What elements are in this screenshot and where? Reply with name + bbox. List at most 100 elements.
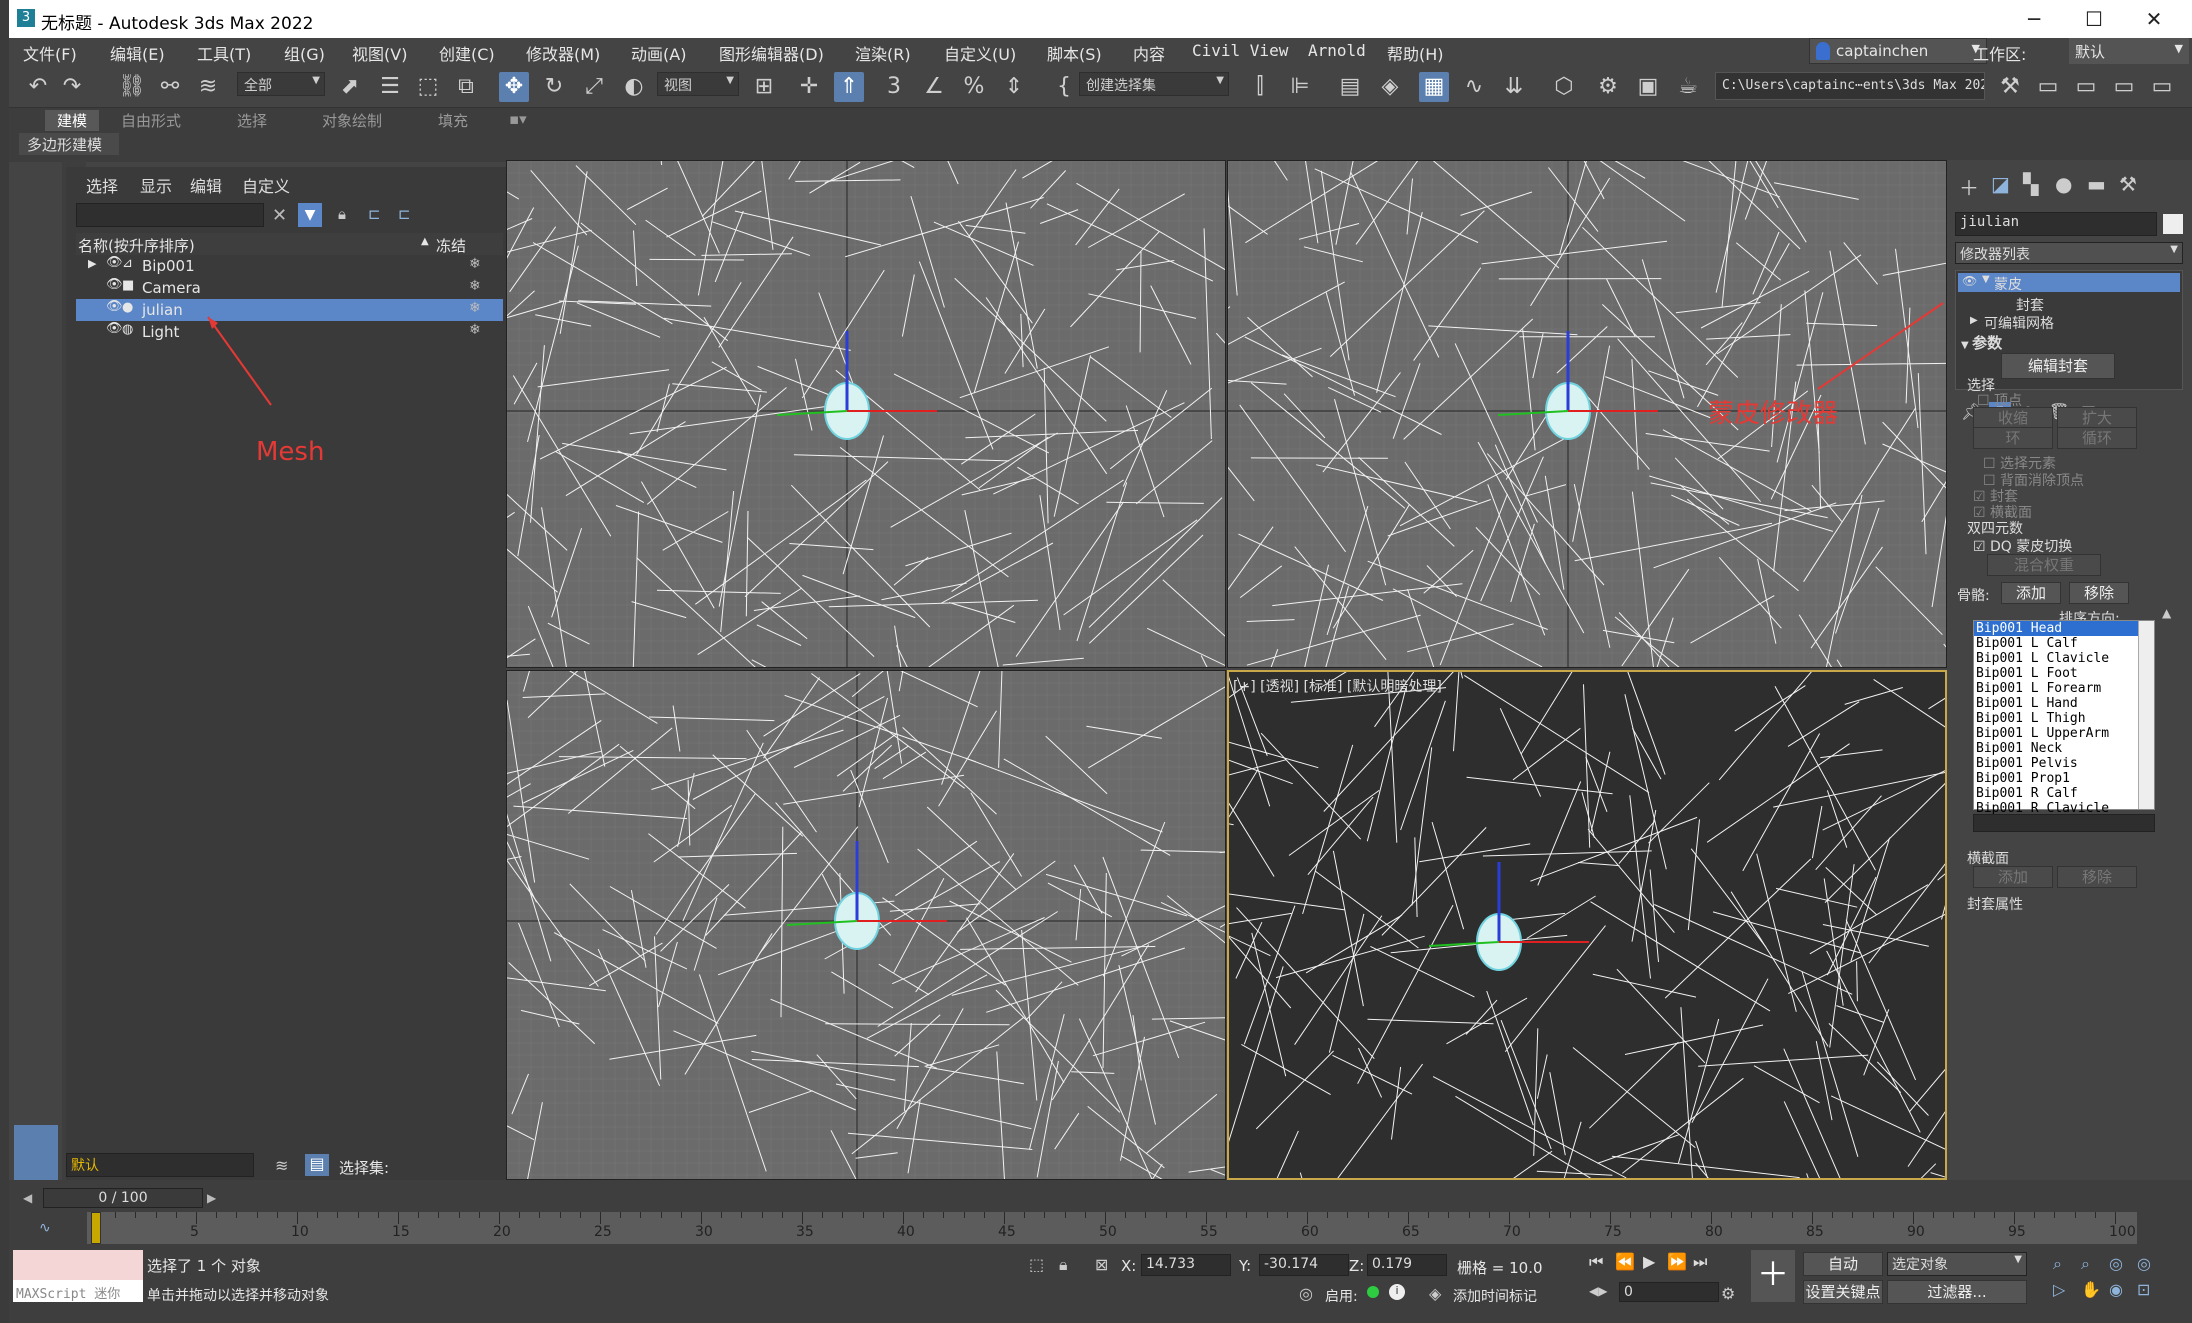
menu-group[interactable]: 组(G) (284, 41, 325, 65)
rollout-parameters[interactable]: ▼ 参数 (1961, 332, 2192, 353)
loop-button[interactable]: 循环 (2057, 427, 2137, 449)
menu-customize[interactable]: 自定义(U) (944, 41, 1016, 65)
key-mode-icon[interactable]: ◀▶ (1589, 1284, 1607, 1298)
open-folder-icon[interactable]: ▭ (2033, 72, 2063, 102)
schematic-view-icon[interactable]: ⇊ (1499, 72, 1529, 102)
menu-file[interactable]: 文件(F) (23, 41, 77, 65)
expand-icon[interactable]: ▶ (1970, 315, 1978, 326)
edit-named-sel-icon[interactable]: { (1049, 72, 1079, 102)
prev-key-icon[interactable]: ⏪ (1615, 1252, 1635, 1271)
dq-toggle-checkbox[interactable]: ☑ DQ 蒙皮切换 (1973, 536, 2192, 556)
stack-item-editable-mesh[interactable]: 可编辑网格 (1984, 313, 2054, 333)
select-manipulate-icon[interactable]: ✛ (794, 72, 824, 102)
named-selection-dropdown[interactable]: 创建选择集 ▼ (1079, 72, 1229, 96)
selection-set-icon[interactable]: ▤ (305, 1154, 329, 1176)
x-coord-field[interactable]: 14.733 (1141, 1254, 1231, 1276)
menu-content[interactable]: 内容 (1133, 41, 1165, 65)
bone-list-scrollbar[interactable] (2138, 621, 2154, 809)
select-scale-icon[interactable]: ⤢ (579, 72, 609, 102)
object-name-field[interactable]: jiulian (1955, 212, 2157, 236)
rect-selection-icon[interactable]: ⬚ (413, 72, 443, 102)
y-coord-field[interactable]: -30.174 (1259, 1254, 1349, 1276)
time-config-icon[interactable]: ⚙ (1721, 1284, 1735, 1303)
project-path-field[interactable]: C:\Users\captainc⋯ents\3ds Max 2022 (1715, 72, 1985, 100)
maximize-viewport-icon[interactable]: ⊡ (2137, 1280, 2150, 1299)
menu-civil-view[interactable]: Civil View (1192, 41, 1288, 60)
orbit-icon[interactable]: ◉ (2109, 1280, 2123, 1299)
workspace-dropdown[interactable]: 默认 ▼ (2069, 38, 2189, 64)
menu-scripting[interactable]: 脚本(S) (1047, 41, 1102, 65)
display-tab-icon[interactable]: ▬ (2087, 172, 2106, 196)
set-key-plus-icon[interactable]: ＋ (1751, 1250, 1795, 1302)
sort-up-icon[interactable]: ▲ (2162, 606, 2171, 620)
curve-editor-icon[interactable]: ∿ (1459, 72, 1489, 102)
user-account-dropdown[interactable]: captainchen ▼ (1809, 38, 1987, 64)
render-production-icon[interactable]: ☕ (1673, 72, 1703, 102)
grow-button[interactable]: 扩大 (2057, 407, 2137, 429)
timeline-track[interactable]: 5 10 15 20 25 30 35 40 45 50 55 60 65 70 75 80 85 90 95 100 (87, 1212, 2137, 1244)
link-icon[interactable]: ⛓ (117, 72, 147, 102)
bone-item[interactable]: Bip001 L Forearm (1974, 681, 2154, 696)
selection-filter-dropdown[interactable]: 全部 ▼ (237, 72, 325, 96)
bone-item[interactable]: Bip001 Head (1974, 621, 2154, 636)
create-tab-icon[interactable]: ＋ (1959, 172, 1979, 201)
viewport-top[interactable] (506, 160, 1226, 668)
key-filters-button[interactable]: 过滤器... (1887, 1280, 2027, 1304)
adaptive-degradation-icon[interactable]: ◎ (1299, 1284, 1313, 1303)
cs-add-button[interactable]: 添加 (1973, 866, 2053, 888)
menu-edit[interactable]: 编辑(E) (110, 41, 165, 65)
render-setup-icon[interactable]: ⚙ (1593, 72, 1623, 102)
bone-item[interactable]: Bip001 R Calf (1974, 786, 2154, 801)
material-editor-icon[interactable]: ⬡ (1549, 72, 1579, 102)
toggle-ribbon-icon[interactable]: ▦ (1419, 72, 1449, 102)
zoom-all-icon[interactable]: ⌕ (2081, 1254, 2090, 1274)
bone-item[interactable]: Bip001 L Clavicle (1974, 651, 2154, 666)
stack-item-skin[interactable]: 👁︎ ▼ 蒙皮 (1958, 273, 2180, 293)
info-icon[interactable]: i (1389, 1284, 1405, 1300)
close-button[interactable]: ✕ (2124, 4, 2184, 34)
set-key-button[interactable]: 设置关键点 (1803, 1280, 1883, 1304)
ref-coord-dropdown[interactable]: 视图 ▼ (657, 72, 739, 96)
shrink-button[interactable]: 收缩 (1973, 407, 2053, 429)
pan-icon[interactable]: ✋ (2081, 1280, 2101, 1299)
maxscript-mini-input[interactable]: MAXScript 迷你 (13, 1280, 143, 1302)
utilities-tab-icon[interactable]: ⚒ (2119, 172, 2137, 196)
menu-rendering[interactable]: 渲染(R) (855, 41, 911, 65)
stack-item-envelope[interactable]: 封套 (2016, 295, 2044, 315)
hierarchy-tab-icon[interactable]: ▚ (2023, 172, 2038, 196)
bone-item[interactable]: Bip001 L Calf (1974, 636, 2154, 651)
rendered-frame-icon[interactable]: ▣ (1633, 72, 1663, 102)
menu-view[interactable]: 视图(V) (352, 41, 407, 65)
redo-icon[interactable]: ↷ (57, 72, 87, 102)
zoom-extents-all-icon[interactable]: ◎ (2137, 1254, 2151, 1273)
collapse-icon[interactable]: ▼ (1982, 274, 1990, 285)
time-cursor[interactable] (91, 1212, 101, 1244)
play-icon[interactable]: ▶ (1643, 1252, 1655, 1271)
eye-icon[interactable]: 👁︎ (1962, 274, 1977, 288)
bone-item[interactable]: Bip001 L Thigh (1974, 711, 2154, 726)
select-move-icon[interactable]: ✥ (499, 72, 529, 102)
menu-create[interactable]: 创建(C) (439, 41, 495, 65)
isolate-selection-icon[interactable]: ⬚ (1029, 1255, 1044, 1274)
viewport-front[interactable]: 蒙皮修改器 (1227, 160, 1947, 668)
ring-button[interactable]: 环 (1973, 427, 2053, 449)
modify-tab-icon[interactable]: ◪ (1991, 172, 2010, 196)
select-by-name-icon[interactable]: ☰ (375, 72, 405, 102)
go-to-end-icon[interactable]: ⏭ (1693, 1252, 1707, 1272)
layers-icon[interactable]: ≋ (275, 1156, 288, 1175)
bone-filter-field[interactable] (1973, 814, 2155, 832)
window-crossing-icon[interactable]: ⧉ (451, 72, 481, 102)
menu-help[interactable]: 帮助(H) (1387, 41, 1444, 65)
maxscript-listener-output[interactable] (13, 1250, 143, 1280)
place-icon[interactable]: ◐ (619, 72, 649, 102)
key-filter-dropdown[interactable]: 选定对象 ▼ (1887, 1252, 2027, 1276)
blend-weight-button[interactable]: 混合权重 (1987, 554, 2101, 576)
bone-item[interactable]: Bip001 L Foot (1974, 666, 2154, 681)
add-bone-button[interactable]: 添加 (2001, 582, 2061, 604)
cs-remove-button[interactable]: 移除 (2057, 866, 2137, 888)
menu-animation[interactable]: 动画(A) (631, 41, 686, 65)
go-to-start-icon[interactable]: ⏮ (1589, 1252, 1603, 1272)
fov-icon[interactable]: ▷ (2053, 1280, 2065, 1299)
ribbon-tab-object-paint[interactable]: 对象绘制 (322, 110, 382, 131)
bone-item[interactable]: Bip001 Neck (1974, 741, 2154, 756)
